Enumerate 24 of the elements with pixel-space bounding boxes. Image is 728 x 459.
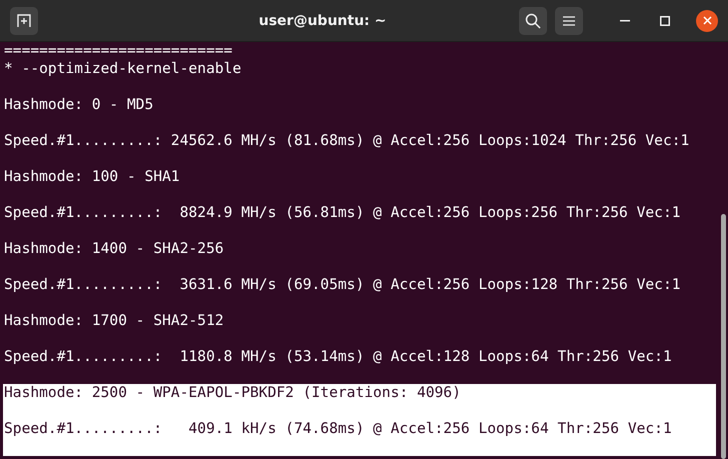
output-line: Hashmode: 2500 - WPA-EAPOL-PBKDF2 (Iterations: 4096) — [4, 384, 461, 402]
output-line: Hashmode: 1700 - SHA2-512 — [4, 312, 224, 330]
scrollbar[interactable] — [721, 214, 726, 459]
output-line: Speed.#1.........: 24562.6 MH/s (81.68ms) @ Accel:256 Loops:1024 Thr:256 Vec:1 — [4, 132, 690, 150]
menu-button[interactable] — [555, 6, 583, 34]
new-tab-button[interactable] — [10, 6, 38, 34]
output-line: Speed.#1.........: 409.1 kH/s (74.68ms) @ Accel:256 Loops:64 Thr:256 Vec:1 — [4, 420, 672, 438]
close-icon — [702, 16, 712, 25]
output-line: Speed.#1.........: 8824.9 MH/s (56.81ms) @ Accel:256 Loops:256 Thr:256 Vec:1 — [4, 204, 681, 222]
window-title: user@ubuntu: ~ — [258, 12, 388, 28]
search-button[interactable] — [519, 6, 547, 34]
output-line: Hashmode: 1400 - SHA2-256 — [4, 240, 224, 258]
close-button[interactable] — [696, 10, 718, 32]
output-line: Speed.#1.........: 1180.8 MH/s (53.14ms) @ Accel:128 Loops:64 Thr:256 Vec:1 — [4, 348, 672, 366]
menu-icon — [563, 16, 575, 26]
output-line: Hashmode: 0 - MD5 — [4, 96, 154, 114]
search-icon — [525, 12, 541, 28]
output-line: ========================== — [4, 42, 232, 60]
minimize-icon — [620, 20, 630, 22]
output-line: Speed.#1.........: 3631.6 MH/s (69.05ms) @ Accel:256 Loops:128 Thr:256 Vec:1 — [4, 276, 681, 294]
output-line: * --optimized-kernel-enable — [4, 60, 242, 78]
output-line: Hashmode: 100 - SHA1 — [4, 168, 180, 186]
new-tab-icon — [17, 14, 31, 28]
maximize-icon — [660, 16, 670, 26]
